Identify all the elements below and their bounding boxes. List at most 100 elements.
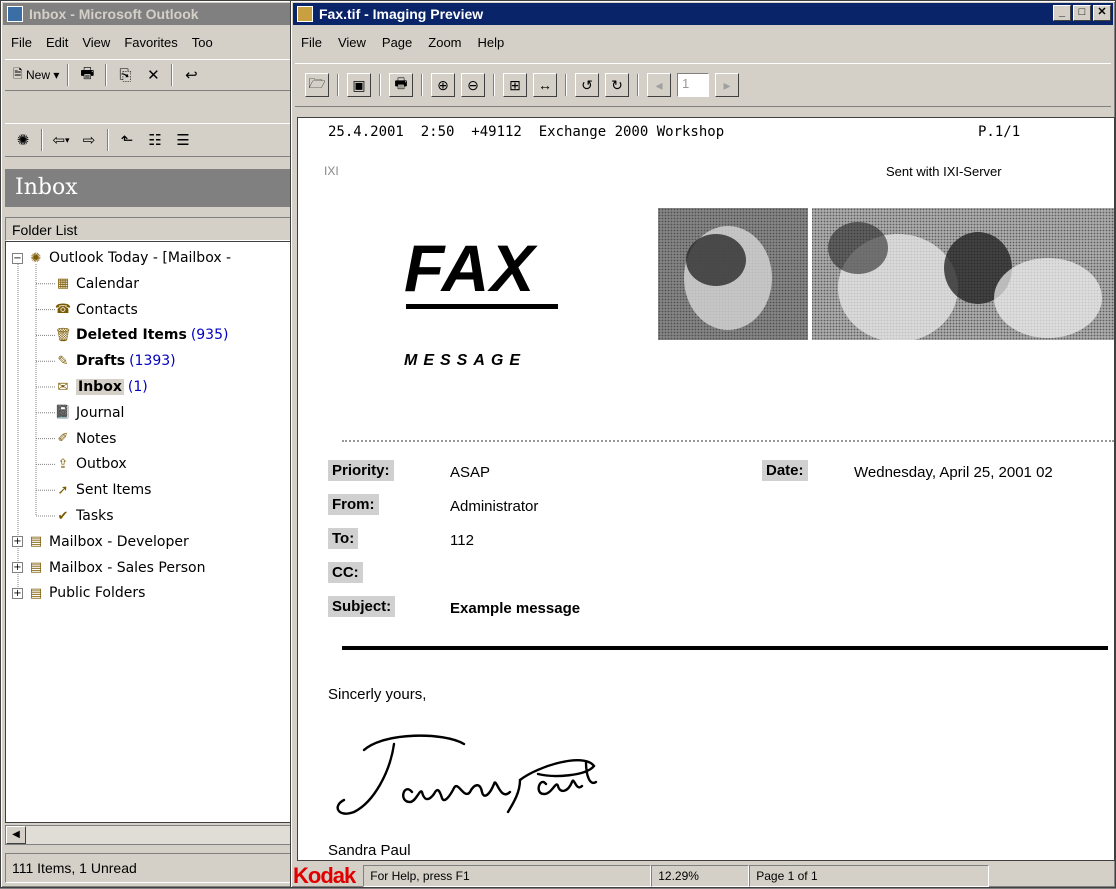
- folder-list-button[interactable]: ☷: [143, 128, 167, 152]
- scroll-left-button[interactable]: ◀: [6, 826, 26, 844]
- preview-pane-icon: ☰: [176, 132, 190, 149]
- close-button[interactable]: ✕: [1093, 5, 1111, 21]
- menu-file[interactable]: File: [11, 35, 32, 50]
- folder-item-label: Outlook Today - [Mailbox -: [49, 250, 232, 266]
- menu-tools[interactable]: Too: [192, 35, 213, 50]
- edit-image-button[interactable]: ▣: [347, 73, 371, 97]
- back-button[interactable]: ⇦ ▾: [49, 128, 73, 152]
- folder-item[interactable]: ✐ Notes: [54, 427, 117, 451]
- rotate-right-button[interactable]: ↻: [605, 73, 629, 97]
- outlook-today-icon: ✺: [30, 250, 42, 266]
- fit-width-button[interactable]: ↔: [533, 73, 557, 97]
- delete-button[interactable]: ✕: [141, 63, 165, 87]
- outlook-app-icon: [7, 6, 23, 22]
- open-button[interactable]: 🗁: [305, 73, 329, 97]
- drafts-icon: ✎: [57, 353, 69, 369]
- folder-item[interactable]: ➚ Sent Items: [54, 478, 152, 502]
- menu-favorites[interactable]: Favorites: [124, 35, 177, 50]
- fax-document-view[interactable]: 25.4.2001 2:50 +49112 Exchange 2000 Work…: [297, 117, 1115, 861]
- folder-list-icon: ☷: [148, 132, 162, 149]
- folder-item-label: Mailbox - Developer: [49, 533, 189, 550]
- folder-item-label: Calendar: [76, 275, 139, 292]
- horizontal-scrollbar[interactable]: ◀: [5, 825, 291, 845]
- collapse-icon[interactable]: −: [12, 252, 23, 264]
- folder-item-count: (935): [190, 327, 229, 344]
- closing-text: Sincerly yours,: [328, 686, 427, 703]
- imaging-title-bar[interactable]: Fax.tif - Imaging Preview: [293, 3, 1113, 25]
- folder-item[interactable]: 🗑 Deleted Items (935): [54, 323, 229, 347]
- toolbar-separator: [379, 74, 381, 96]
- contacts-icon: ☎: [54, 302, 72, 318]
- reply-icon: ↩: [185, 67, 198, 84]
- folder-item[interactable]: ⇪ Outbox: [54, 452, 127, 476]
- rotate-left-button[interactable]: ↺: [575, 73, 599, 97]
- expand-icon[interactable]: +: [12, 587, 23, 599]
- date-row: Date:: [762, 460, 808, 481]
- to-value: 112: [450, 532, 474, 549]
- folder-item[interactable]: + ▤ Public Folders: [12, 581, 145, 605]
- menu-edit[interactable]: Edit: [46, 35, 68, 50]
- print-button[interactable]: 🖶: [75, 63, 99, 87]
- folder-item[interactable]: + ▤ Mailbox - Developer: [12, 530, 189, 554]
- page-number-input[interactable]: 1: [677, 73, 709, 97]
- imaging-menu-page[interactable]: Page: [382, 35, 412, 50]
- folder-item[interactable]: − ✺ Outlook Today - [Mailbox -: [12, 246, 231, 270]
- expand-icon[interactable]: +: [12, 536, 23, 548]
- up-folder-icon: ⬑: [120, 132, 134, 149]
- folder-item-label: Deleted Items: [76, 327, 187, 344]
- folder-item[interactable]: ✔ Tasks: [54, 504, 114, 528]
- previous-page-button[interactable]: ◂: [647, 73, 671, 97]
- folder-item-label: Notes: [76, 430, 117, 447]
- imaging-print-button[interactable]: 🖶: [389, 73, 413, 97]
- priority-value: ASAP: [450, 464, 491, 481]
- thick-divider: [342, 646, 1108, 650]
- imaging-menu-help[interactable]: Help: [478, 35, 505, 50]
- imaging-menu-file[interactable]: File: [301, 35, 322, 50]
- expand-icon[interactable]: +: [12, 562, 23, 574]
- up-one-level-button[interactable]: ⬑: [115, 128, 139, 152]
- kodak-logo: Kodak: [293, 863, 356, 888]
- fax-heading-underline: [406, 304, 558, 309]
- ixi-logo: IXI: [324, 164, 339, 178]
- image-edit-icon: ▣: [352, 76, 366, 93]
- move-folder-icon: ⎘: [119, 66, 132, 84]
- imaging-preview-window[interactable]: Fax.tif - Imaging Preview _ □ ✕ File Vie…: [290, 0, 1116, 888]
- zoom-in-button[interactable]: ⊕: [431, 73, 455, 97]
- forward-button[interactable]: ⇨: [77, 128, 101, 152]
- to-row: To:: [328, 528, 359, 549]
- maximize-icon: □: [1078, 6, 1086, 18]
- new-button[interactable]: 🗎 New ▾: [11, 63, 61, 87]
- outlook-standard-toolbar: 🗎 New ▾ 🖶 ⎘ ✕ ↩: [5, 59, 291, 91]
- preview-pane-button[interactable]: ☰: [171, 128, 195, 152]
- best-fit-button[interactable]: ⊞: [503, 73, 527, 97]
- folder-item[interactable]: + ▤ Mailbox - Sales Person: [12, 556, 205, 580]
- maximize-button[interactable]: □: [1073, 5, 1091, 21]
- toolbar-separator: [421, 74, 423, 96]
- imaging-menu-view[interactable]: View: [338, 35, 366, 50]
- folder-item[interactable]: ☎ Contacts: [54, 298, 138, 322]
- folder-item[interactable]: ✉ Inbox (1): [54, 375, 148, 399]
- folder-item-count: (1): [127, 379, 148, 395]
- imaging-title: Fax.tif - Imaging Preview: [319, 6, 484, 22]
- folder-item[interactable]: ✎ Drafts (1393): [54, 349, 176, 373]
- imaging-menu-zoom[interactable]: Zoom: [428, 35, 461, 50]
- page-status: Page 1 of 1: [749, 865, 990, 887]
- outlook-title-bar[interactable]: Inbox - Microsoft Outlook: [3, 3, 293, 25]
- folder-item[interactable]: ▦ Calendar: [54, 272, 139, 296]
- folder-item[interactable]: 📓 Journal: [54, 401, 125, 425]
- fax-subheading: MESSAGE: [404, 352, 527, 369]
- folder-tree[interactable]: − ✺ Outlook Today - [Mailbox - ▦ Calendar ☎ Co…: [5, 241, 291, 823]
- previous-page-icon: ◂: [655, 76, 663, 93]
- outlook-today-icon: ✺: [16, 132, 30, 149]
- rotate-right-icon: ↻: [611, 76, 623, 93]
- zoom-out-button[interactable]: ⊖: [461, 73, 485, 97]
- move-to-folder-button[interactable]: ⎘: [113, 63, 137, 87]
- next-page-button[interactable]: ▸: [715, 73, 739, 97]
- menu-view[interactable]: View: [82, 35, 110, 50]
- outlook-window[interactable]: Inbox - Microsoft Outlook File Edit View…: [0, 0, 296, 888]
- folder-item-label: Tasks: [76, 508, 114, 524]
- minimize-button[interactable]: _: [1053, 5, 1071, 21]
- outlook-today-button[interactable]: ✺: [11, 128, 35, 152]
- fax-header-photo: [658, 208, 1114, 340]
- reply-button[interactable]: ↩: [179, 63, 203, 87]
